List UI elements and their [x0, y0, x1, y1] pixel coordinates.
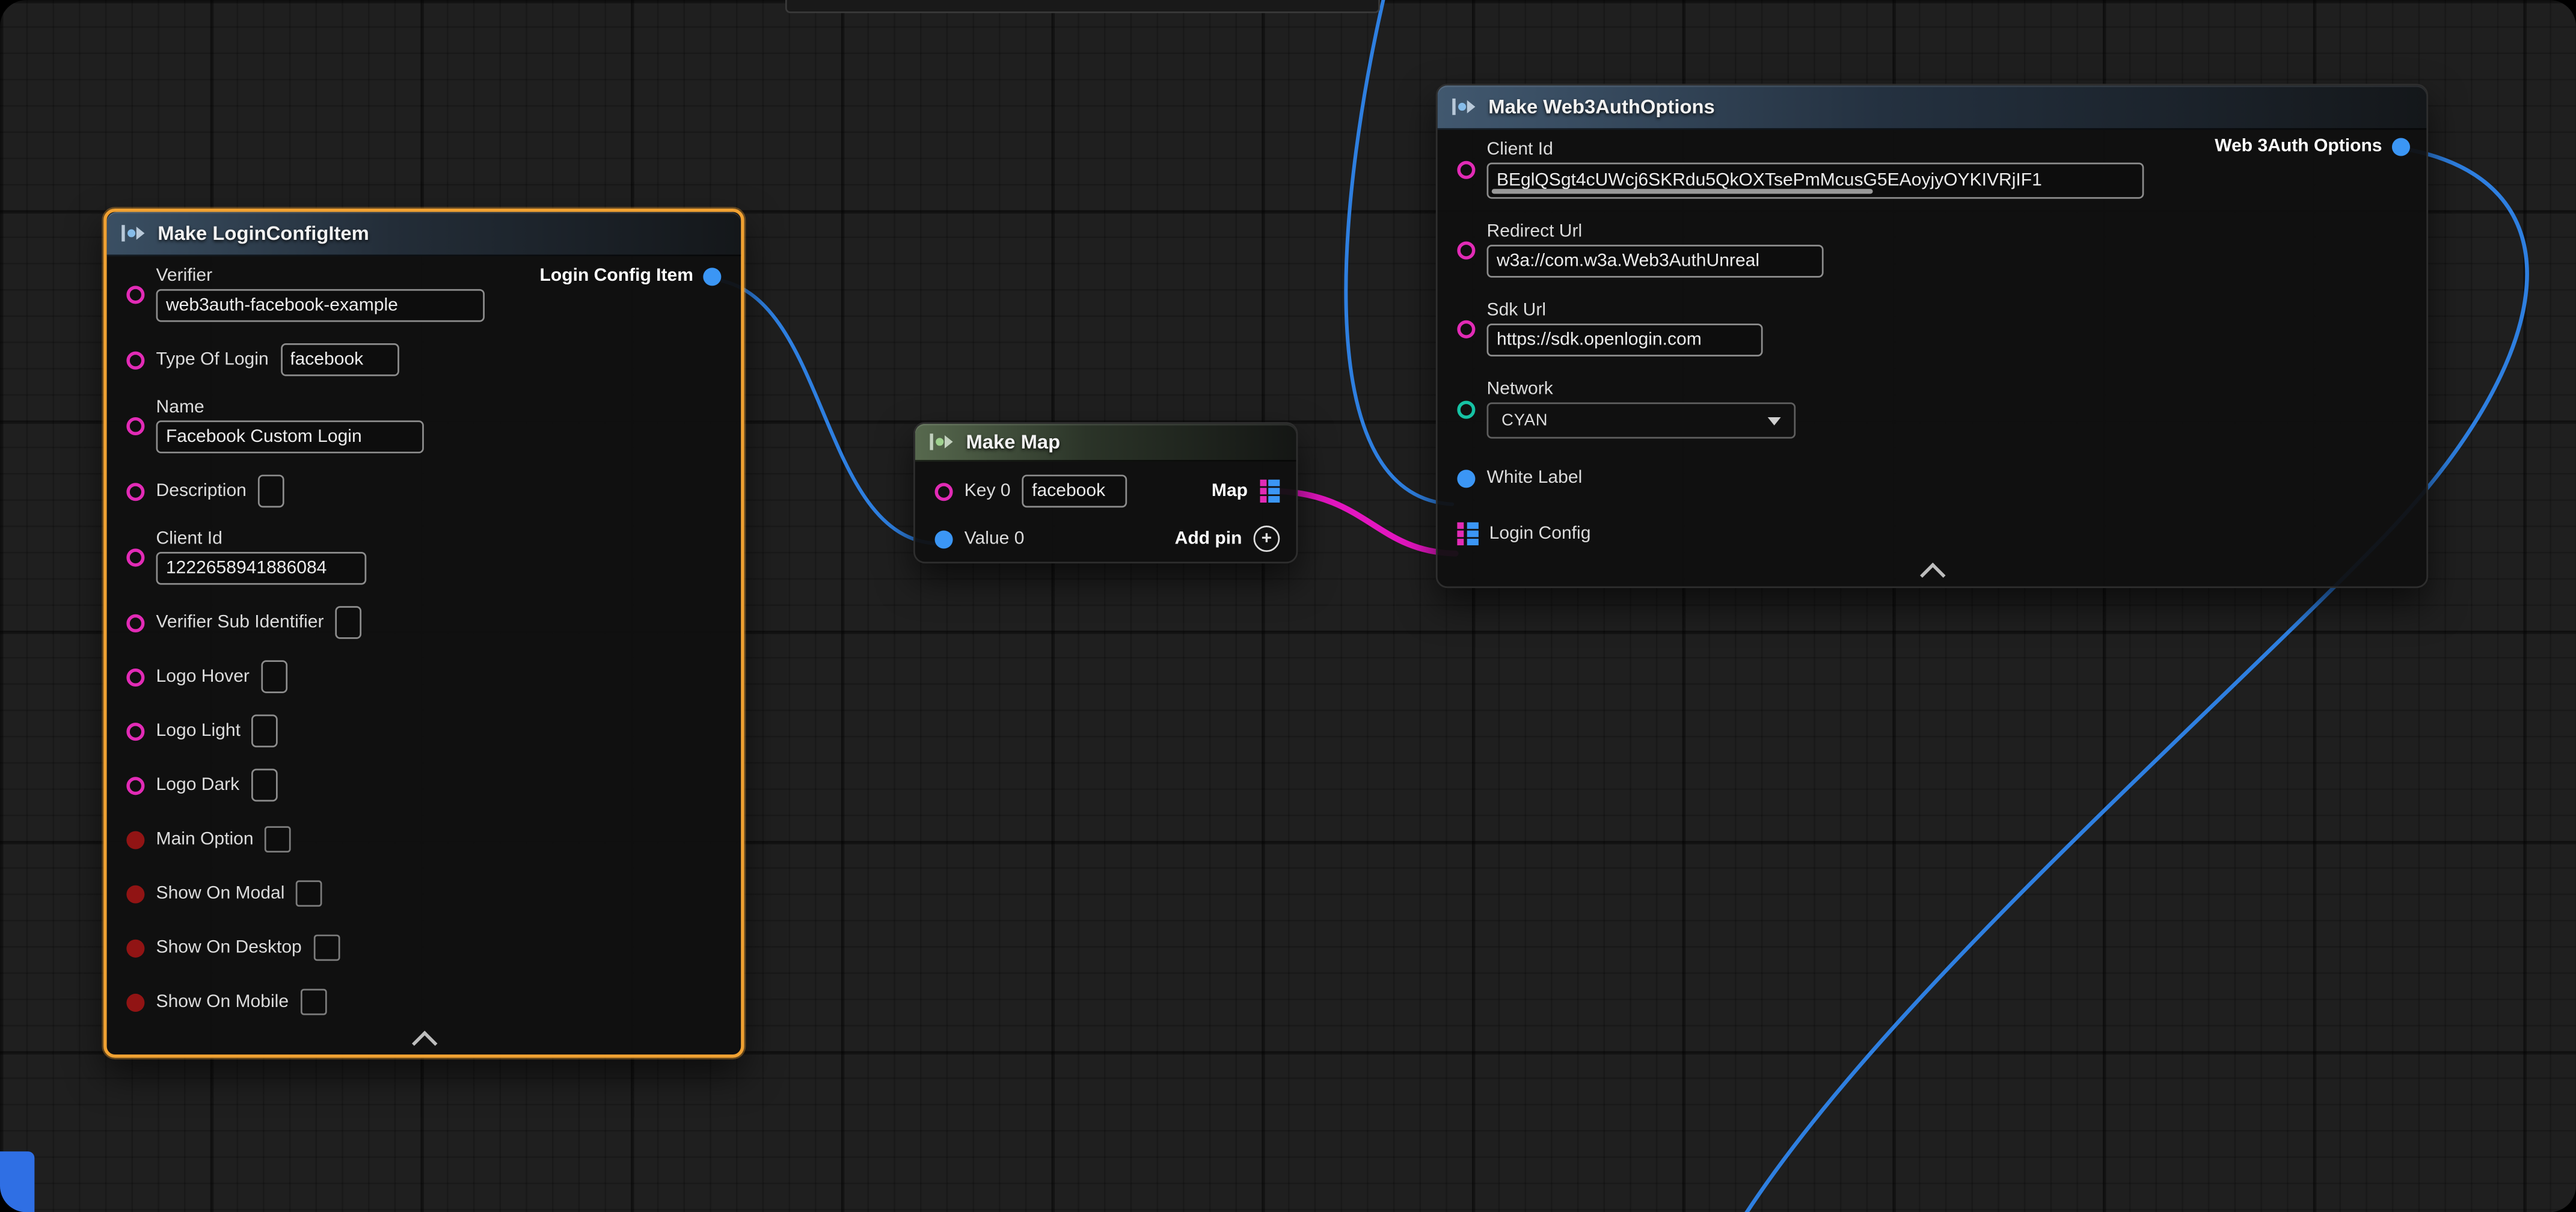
logo-light-input[interactable]: [252, 714, 278, 747]
pin-row-type-of-login: Type Of Login: [126, 343, 721, 376]
pin-row-logo-light: Logo Light: [126, 714, 721, 747]
node-title: Make Web3AuthOptions: [1488, 95, 1714, 118]
pin-row-white-label: White Label: [1457, 462, 2406, 495]
collapse-node-button[interactable]: [1438, 554, 2427, 587]
type-of-login-input[interactable]: [280, 343, 399, 376]
make-struct-icon: [1452, 97, 1477, 117]
pin-sdk-url[interactable]: [1457, 319, 1475, 337]
node-make-map[interactable]: Make Map Key 0 Map Value 0: [913, 422, 1298, 563]
verifier-input[interactable]: [156, 289, 485, 322]
client-id-input[interactable]: [156, 552, 367, 585]
output-web3auth-options: Web 3Auth Options: [2215, 136, 2410, 156]
pin-row-logo-hover: Logo Hover: [126, 660, 721, 693]
show-on-desktop-checkbox[interactable]: [313, 935, 340, 961]
pin-row-client-id: Client Id: [126, 529, 721, 585]
dropdown-caret-icon: [1768, 417, 1781, 425]
show-on-modal-checkbox[interactable]: [296, 880, 323, 907]
offscreen-node-bottom-left[interactable]: [0, 1151, 34, 1212]
verifier-sub-identifier-input[interactable]: [336, 606, 362, 639]
pin-row-redirect-url: Redirect Url: [1457, 222, 2406, 278]
node-make-loginconfigitem[interactable]: Make LoginConfigItem Login Config Item V…: [103, 209, 744, 1057]
node-make-web3authoptions[interactable]: Make Web3AuthOptions Web 3Auth Options C…: [1436, 84, 2428, 588]
pin-row-login-config: Login Config: [1457, 518, 2406, 551]
pin-web3auth-options-output[interactable]: [2392, 137, 2410, 155]
node-title: Make Map: [966, 430, 1060, 453]
logo-hover-input[interactable]: [261, 660, 287, 693]
pin-show-on-mobile[interactable]: [126, 993, 144, 1011]
add-pin-control[interactable]: Add pin +: [1175, 525, 1280, 552]
pin-row-show-on-modal: Show On Modal: [126, 877, 721, 910]
node-title: Make LoginConfigItem: [158, 222, 369, 245]
pin-type-of-login[interactable]: [126, 350, 144, 369]
output-map: Map: [1212, 480, 1280, 502]
pin-login-config[interactable]: [1457, 522, 1477, 545]
pin-row-show-on-mobile: Show On Mobile: [126, 985, 721, 1018]
pin-row-verifier-sub-identifier: Verifier Sub Identifier: [126, 606, 721, 639]
pin-row-main-option: Main Option: [126, 823, 721, 856]
make-struct-icon: [121, 224, 146, 243]
show-on-mobile-checkbox[interactable]: [300, 989, 327, 1015]
pin-row-logo-dark: Logo Dark: [126, 769, 721, 802]
pin-row-name: Name: [126, 397, 721, 453]
pin-logo-light[interactable]: [126, 722, 144, 740]
pin-main-option[interactable]: [126, 830, 144, 848]
output-login-config-item: Login Config Item: [540, 266, 722, 286]
main-option-checkbox[interactable]: [265, 826, 292, 852]
chevron-up-icon: [1919, 562, 1945, 588]
input-scrollbar[interactable]: [1492, 189, 1873, 194]
sdk-url-input[interactable]: [1487, 323, 1763, 357]
network-dropdown[interactable]: CYAN: [1487, 402, 1796, 438]
pin-row-value0: Value 0: [935, 529, 1025, 549]
wire-loginconfigitem-to-value0[interactable]: [713, 279, 940, 543]
chevron-up-icon: [411, 1030, 437, 1056]
pin-client-id[interactable]: [1457, 160, 1475, 178]
pin-redirect-url[interactable]: [1457, 240, 1475, 259]
pin-login-config-item-output[interactable]: [703, 267, 721, 285]
pin-network[interactable]: [1457, 400, 1475, 418]
pin-logo-dark[interactable]: [126, 776, 144, 794]
make-map-icon: [930, 432, 954, 452]
pin-key0[interactable]: [935, 482, 953, 500]
pin-show-on-modal[interactable]: [126, 884, 144, 902]
redirect-url-input[interactable]: [1487, 245, 1824, 278]
key0-input[interactable]: [1022, 475, 1127, 508]
node-header[interactable]: Make Map: [915, 424, 1296, 462]
blueprint-canvas[interactable]: Make LoginConfigItem Login Config Item V…: [0, 0, 2576, 1212]
pin-client-id[interactable]: [126, 548, 144, 566]
pin-row-key0: Key 0: [935, 475, 1127, 508]
pin-value0[interactable]: [935, 530, 953, 548]
description-input[interactable]: [258, 475, 284, 508]
pin-map-output[interactable]: [1259, 480, 1280, 502]
pin-description[interactable]: [126, 482, 144, 500]
pin-verifier[interactable]: [126, 285, 144, 303]
pin-white-label[interactable]: [1457, 469, 1475, 487]
offscreen-node-top[interactable]: [785, 0, 1380, 13]
pin-logo-hover[interactable]: [126, 668, 144, 686]
pin-row-sdk-url: Sdk Url: [1457, 301, 2406, 357]
node-header[interactable]: Make LoginConfigItem: [107, 212, 741, 256]
pin-row-network: Network CYAN: [1457, 379, 2406, 438]
pin-row-description: Description: [126, 475, 721, 508]
name-input[interactable]: [156, 420, 424, 453]
pin-verifier-sub-identifier[interactable]: [126, 613, 144, 631]
pin-show-on-desktop[interactable]: [126, 938, 144, 956]
add-pin-icon[interactable]: +: [1254, 525, 1280, 552]
pin-name[interactable]: [126, 417, 144, 435]
collapse-node-button[interactable]: [107, 1021, 741, 1054]
logo-dark-input[interactable]: [251, 769, 277, 802]
node-header[interactable]: Make Web3AuthOptions: [1438, 85, 2427, 130]
pin-row-show-on-desktop: Show On Desktop: [126, 931, 721, 964]
